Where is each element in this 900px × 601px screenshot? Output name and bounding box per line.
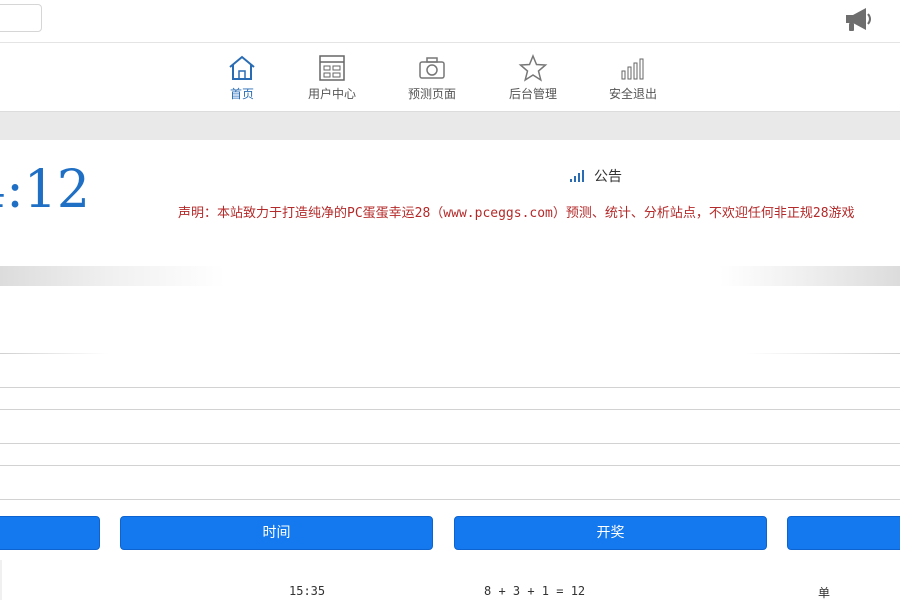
- section-divider: [0, 112, 900, 140]
- divider-line: [0, 387, 900, 388]
- divider-line: [745, 353, 900, 354]
- nav-item-user-center[interactable]: 用户中心: [297, 54, 367, 102]
- notice-text: 声明：本站致力于打造纯净的PC蛋蛋幸运28（www.pceggs.com）预测、…: [178, 206, 855, 221]
- nav-label: 用户中心: [307, 87, 356, 101]
- nav-label: 安全退出: [608, 87, 657, 101]
- notice-title: 公告: [570, 166, 622, 186]
- user-center-icon: [317, 54, 347, 82]
- nav-item-home[interactable]: 首页: [207, 54, 277, 102]
- star-icon: [518, 54, 548, 82]
- column-header-button[interactable]: [0, 516, 100, 550]
- camera-icon: [417, 54, 447, 82]
- main-nav: 首页 用户中心 预测页面 后台管理 安全退出: [0, 43, 900, 112]
- column-header-button[interactable]: [787, 516, 900, 550]
- row-result: 8 + 3 + 1 = 12: [484, 584, 586, 598]
- table-row: 15:35 8 + 3 + 1 = 12 单: [0, 584, 900, 600]
- home-icon: [227, 54, 257, 82]
- divider-line: [0, 499, 900, 500]
- countdown-timer: 4:12: [0, 160, 90, 220]
- nav-item-prediction[interactable]: 预测页面: [397, 54, 467, 102]
- nav-label: 预测页面: [407, 87, 456, 101]
- section-divider: [0, 266, 900, 286]
- top-bar: [0, 0, 900, 43]
- bar-chart-icon: [618, 54, 648, 82]
- divider-line: [0, 443, 900, 444]
- divider-line: [0, 409, 900, 410]
- nav-label: 首页: [229, 87, 254, 101]
- nav-item-logout[interactable]: 安全退出: [598, 54, 668, 102]
- megaphone-icon[interactable]: [843, 4, 875, 34]
- nav-item-admin[interactable]: 后台管理: [498, 54, 568, 102]
- divider-line: [0, 465, 900, 466]
- divider-line: [0, 353, 108, 354]
- column-header-draw[interactable]: 开奖: [454, 516, 767, 550]
- nav-label: 后台管理: [508, 87, 557, 101]
- column-header-time[interactable]: 时间: [120, 516, 433, 550]
- row-time: 15:35: [289, 584, 326, 598]
- row-type: 单: [818, 586, 831, 600]
- signal-icon: [570, 170, 586, 186]
- notice-panel: 公告 声明：本站致力于打造纯净的PC蛋蛋幸运28（www.pceggs.com）…: [102, 140, 900, 266]
- countdown-notice-panel: 4:12 公告 声明：本站致力于打造纯净的PC蛋蛋幸运28（www.pceggs…: [0, 140, 900, 266]
- countdown-box: 4:12: [0, 140, 103, 266]
- notice-title-label: 公告: [594, 169, 622, 185]
- top-search-input[interactable]: [0, 4, 42, 32]
